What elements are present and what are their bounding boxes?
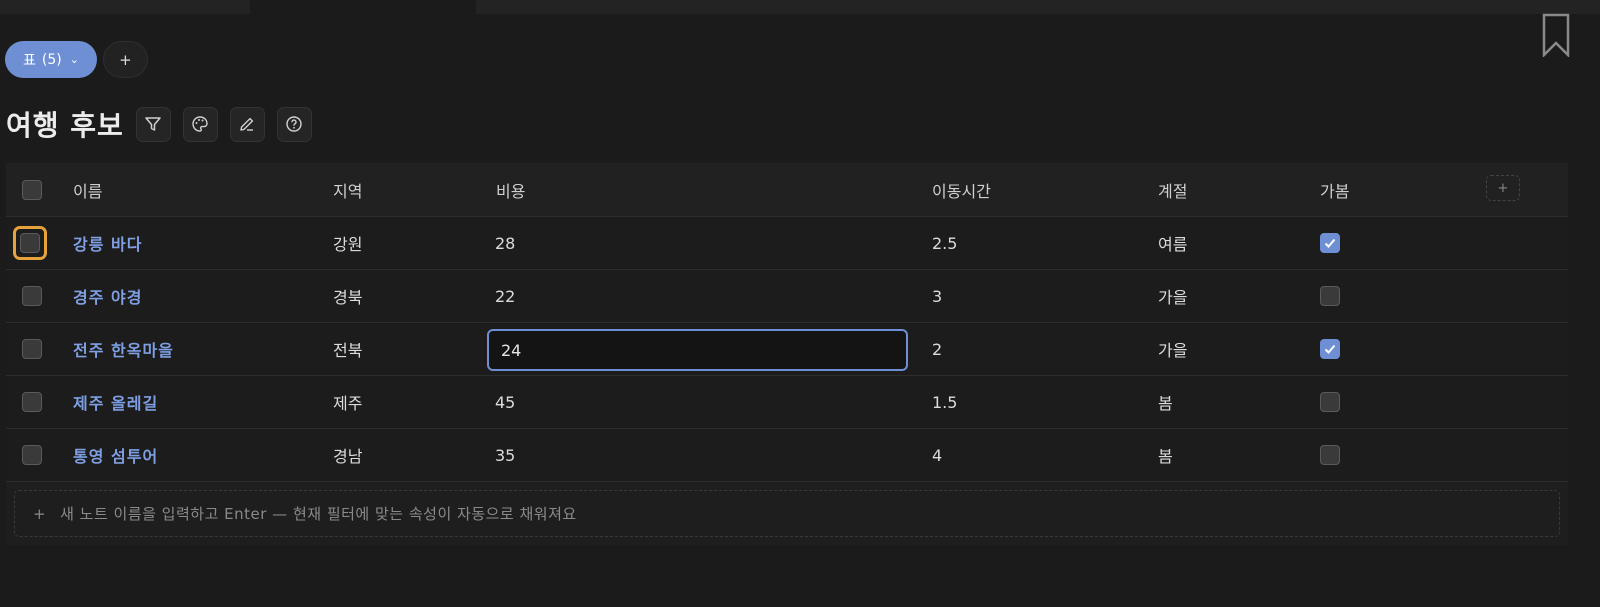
bookmark-icon[interactable] [1541,13,1571,57]
view-count: (5) [41,51,62,68]
row-checkbox[interactable] [22,339,42,359]
palette-button[interactable] [182,106,218,142]
add-column-button[interactable]: + [1486,175,1520,201]
table-row: 강릉 바다 강원 28 2.5 여름 [6,217,1568,270]
row-checkbox[interactable] [20,233,40,253]
row-cost[interactable]: 28 [495,217,515,269]
active-tab[interactable] [250,0,476,14]
visited-checkbox[interactable] [1320,233,1340,253]
row-name-link[interactable]: 전주 한옥마을 [73,323,174,375]
column-header-region[interactable]: 지역 [333,163,362,216]
plus-icon: + [33,504,47,523]
row-travel-time[interactable]: 1.5 [932,376,957,428]
filter-button[interactable] [135,106,171,142]
focus-ring [13,226,47,260]
row-cost[interactable]: 35 [495,429,515,481]
row-region[interactable]: 경북 [333,270,362,322]
row-checkbox[interactable] [22,445,42,465]
row-region[interactable]: 강원 [333,217,362,269]
visited-checkbox[interactable] [1320,445,1340,465]
row-travel-time[interactable]: 2 [932,323,942,375]
table-row: 통영 섬투어 경남 35 4 봄 [6,429,1568,482]
column-header-name[interactable]: 이름 [73,163,102,216]
row-cost[interactable]: 22 [495,270,515,322]
select-all-checkbox[interactable] [22,179,42,200]
table-row: 전주 한옥마을 전북 24 2 가을 [6,323,1568,376]
column-header-cost[interactable]: 비용 [496,163,525,216]
new-note-row: + 새 노트 이름을 입력하고 Enter — 현재 필터에 맞는 속성이 자동… [6,482,1568,545]
row-name-link[interactable]: 경주 야경 [73,270,142,322]
filter-icon [145,117,162,131]
row-season[interactable]: 봄 [1158,376,1173,428]
palette-icon [192,116,208,132]
table-header-row: 이름 지역 비용 이동시간 계절 가봄 + [6,163,1568,217]
edit-button[interactable] [229,106,265,142]
column-header-visited[interactable]: 가봄 [1320,163,1349,216]
visited-checkbox[interactable] [1320,286,1340,306]
help-button[interactable] [276,106,312,142]
row-region[interactable]: 전북 [333,323,362,375]
new-note-input[interactable]: + 새 노트 이름을 입력하고 Enter — 현재 필터에 맞는 속성이 자동… [14,490,1560,537]
page-title: 여행 후보 [6,109,124,142]
data-table: 이름 지역 비용 이동시간 계절 가봄 + 강릉 바다 강원 28 2.5 여름… [6,163,1568,545]
view-label: 표 [23,52,36,69]
visited-checkbox[interactable] [1320,392,1340,412]
chevron-down-icon: ⌄ [69,53,79,66]
tab-strip [0,0,1600,14]
new-note-placeholder: 새 노트 이름을 입력하고 Enter — 현재 필터에 맞는 속성이 자동으로… [60,505,577,523]
row-region[interactable]: 제주 [333,376,362,428]
view-switcher: 표 (5) ⌄ + [5,41,148,78]
row-name-link[interactable]: 통영 섬투어 [73,429,158,481]
row-travel-time[interactable]: 2.5 [932,217,957,269]
checkmark-icon [1324,344,1336,354]
row-season[interactable]: 가을 [1158,323,1187,375]
table-row: 제주 올레길 제주 45 1.5 봄 [6,376,1568,429]
checkmark-icon [1324,238,1336,248]
row-checkbox[interactable] [22,392,42,412]
row-region[interactable]: 경남 [333,429,362,481]
row-cost[interactable]: 45 [495,376,515,428]
pencil-icon [240,117,254,131]
table-view-pill[interactable]: 표 (5) ⌄ [5,41,97,78]
row-travel-time[interactable]: 3 [932,270,942,322]
row-season[interactable]: 봄 [1158,429,1173,481]
row-season[interactable]: 여름 [1158,217,1187,269]
row-name-link[interactable]: 제주 올레길 [73,376,158,428]
column-header-travel-time[interactable]: 이동시간 [932,163,991,216]
cost-edit-input[interactable]: 24 [487,329,908,371]
add-view-button[interactable]: + [102,41,148,78]
visited-checkbox[interactable] [1320,339,1340,359]
column-header-season[interactable]: 계절 [1158,163,1187,216]
row-checkbox[interactable] [22,286,42,306]
title-row: 여행 후보 [6,104,324,144]
table-row: 경주 야경 경북 22 3 가을 [6,270,1568,323]
row-name-link[interactable]: 강릉 바다 [73,217,142,269]
row-season[interactable]: 가을 [1158,270,1187,322]
help-icon [286,116,302,132]
row-travel-time[interactable]: 4 [932,429,942,481]
